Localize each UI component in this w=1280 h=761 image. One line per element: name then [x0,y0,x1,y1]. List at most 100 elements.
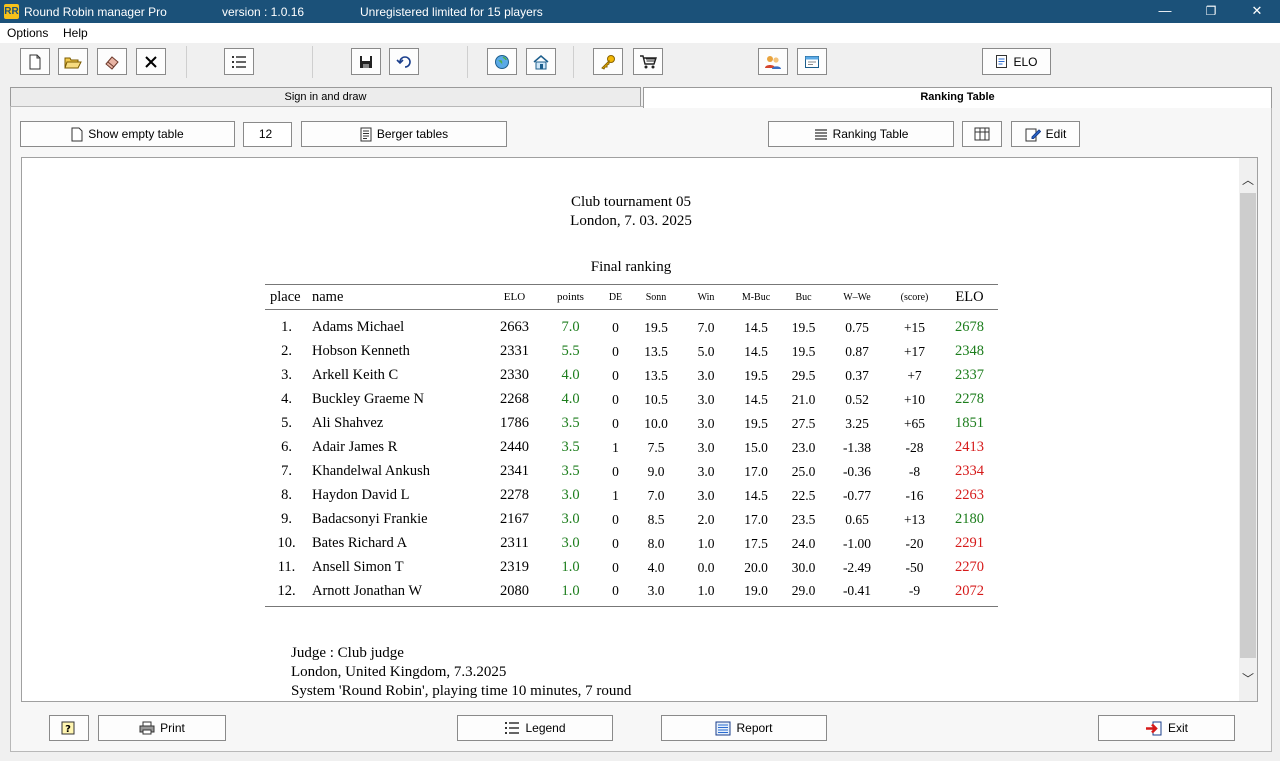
column-header: ELO [941,284,998,310]
cell-de: 1 [612,439,619,455]
toolbar-separator [573,46,574,78]
legend-button[interactable]: Legend [457,715,613,741]
cell-place: 10. [277,535,296,551]
cell-wwe: 0.87 [845,343,869,359]
cell-de: 0 [612,463,619,479]
cell-name: Buckley Graeme N [312,391,424,407]
window-button[interactable] [797,48,827,75]
register-key-button[interactable] [593,48,623,75]
cell-place: 11. [277,559,296,575]
cell-elo: 2331 [500,343,529,359]
undo-icon [396,55,411,68]
close-window-button[interactable]: ✕ [1234,0,1280,23]
table-row: 12. Arnott Jonathan W 2080 1.0 0 3.0 1.0 19.0 29… [265,579,998,607]
help-button[interactable]: ? [49,715,89,741]
list-button[interactable] [224,48,254,75]
system-line: System 'Round Robin', playing time 10 mi… [291,683,632,699]
cell-sonn: 10.5 [644,391,668,407]
cell-score: +15 [903,319,926,335]
berger-tables-label: Berger tables [376,127,449,141]
show-empty-table-button[interactable]: Show empty table [20,121,235,147]
cell-sonn: 13.5 [644,367,668,383]
column-header: Sonn [631,284,681,310]
cell-points: 1.0 [541,579,600,607]
cell-new-elo: 2291 [955,535,984,551]
cell-mbuc: 14.5 [744,487,768,503]
legend-button-label: Legend [525,721,566,735]
cell-sonn: 8.0 [647,535,665,551]
open-folder-button[interactable] [58,48,88,75]
tournament-title: Club tournament 05 [571,194,691,210]
undo-button[interactable] [389,48,419,75]
exit-button[interactable]: Exit [1098,715,1235,741]
scroll-up-icon[interactable]: ︿ [1239,171,1257,189]
tournament-place-date: London, 7. 03. 2025 [570,213,692,229]
ranking-table-body: 1. Adams Michael 2663 7.0 0 19.5 7.0 14.5 19.5 0.… [265,310,998,607]
cell-mbuc: 17.0 [744,511,768,527]
report-sheet-icon [715,721,731,735]
cell-points: 3.0 [561,511,580,527]
legend-list-icon [505,722,520,734]
cell-place: 7. [281,463,292,479]
cell-new-elo: 1851 [955,415,984,431]
edit-button[interactable]: Edit [1011,121,1080,147]
vertical-scrollbar[interactable]: ︿ ﹀ [1239,158,1257,701]
new-file-button[interactable] [20,48,50,75]
grid-view-button[interactable] [962,121,1002,147]
print-button[interactable]: Print [98,715,226,741]
cell-win: 3.0 [697,463,715,479]
cell-new-elo: 2678 [955,319,984,336]
menu-options[interactable]: Options [7,26,48,40]
cell-de: 0 [612,511,619,527]
table-row: 10. Bates Richard A 2311 3.0 0 8.0 1.0 17.5 24.0… [265,532,998,556]
elo-button[interactable]: ELO [982,48,1051,75]
cell-wwe: 0.65 [845,511,869,527]
shopping-cart-icon [640,54,657,68]
cell-mbuc: 14.5 [744,319,768,335]
home-icon [533,54,549,69]
cell-elo: 2167 [500,511,529,527]
globe-icon [495,54,509,69]
table-row: 11. Ansell Simon T 2319 1.0 0 4.0 0.0 20.0 30.0 -… [265,556,998,580]
elo-document-icon [996,55,1008,68]
clear-button[interactable] [97,48,127,75]
cell-de: 0 [612,319,619,335]
cell-de: 0 [612,343,619,359]
cell-wwe: -1.38 [842,439,872,455]
web-button[interactable] [487,48,517,75]
cell-new-elo: 2337 [955,367,984,383]
cell-points: 4.0 [561,391,580,407]
maximize-button[interactable]: ❐ [1188,0,1234,23]
player-count-input[interactable] [243,122,292,147]
cell-elo: 2080 [488,579,541,607]
players-button[interactable] [758,48,788,75]
cell-score: +13 [903,511,926,527]
cell-win: 5.0 [697,343,715,359]
cell-elo: 2319 [500,559,529,575]
shop-button[interactable] [633,48,663,75]
minimize-button[interactable]: — [1142,0,1188,23]
window-icon [805,55,819,68]
save-button[interactable] [351,48,381,75]
scrollbar-thumb[interactable] [1240,193,1256,658]
report-button[interactable]: Report [661,715,827,741]
cell-buc: 23.0 [791,439,816,455]
table-header-row: place name ELO points DE Sonn Win M-Buc … [265,284,998,310]
cell-elo: 2330 [500,367,529,383]
cell-wwe: -0.41 [826,579,888,607]
tab-ranking-table[interactable]: Ranking Table [643,87,1272,108]
grid-table-icon [974,127,990,141]
new-file-icon [29,54,41,69]
delete-button[interactable] [136,48,166,75]
cell-elo: 2341 [500,463,529,479]
home-button[interactable] [526,48,556,75]
menu-help[interactable]: Help [63,26,88,40]
berger-tables-button[interactable]: Berger tables [301,121,507,147]
ranking-table-button[interactable]: Ranking Table [768,121,954,147]
cell-buc: 29.5 [791,367,816,383]
tab-sign-in-and-draw[interactable]: Sign in and draw [10,87,641,107]
svg-text:?: ? [65,724,71,735]
report-view[interactable]: Club tournament 05 London, 7. 03. 2025 F… [21,157,1258,702]
scroll-down-icon[interactable]: ﹀ [1239,670,1257,688]
column-header: place [265,284,308,310]
